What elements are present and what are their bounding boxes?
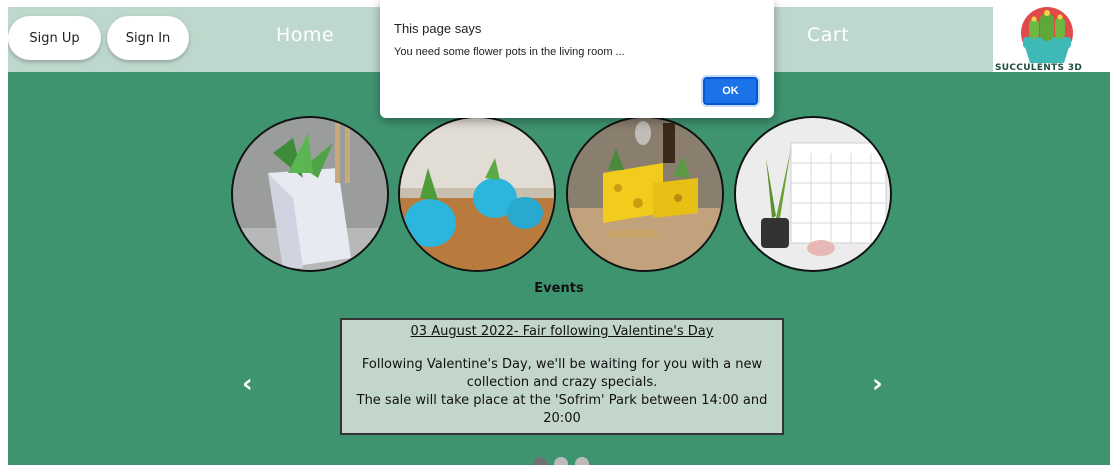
gallery-image-calendar-planter [734,116,892,272]
gallery-image-cheese-planter [566,116,724,272]
logo[interactable]: SUCCULENTS 3D [993,7,1110,72]
nav-cart-link[interactable]: Cart [807,24,849,46]
carousel-dot-2[interactable] [554,457,568,465]
dialog-title: This page says [394,21,482,36]
logo-text: SUCCULENTS 3D [995,63,1083,72]
alert-dialog: This page says You need some flower pots… [380,0,774,118]
gallery-image-takeout-planter [231,116,389,272]
event-description: Following Valentine's Day, we'll be wait… [342,356,782,428]
main-content: Events ‹ 03 August 2022- Fair following … [8,72,1110,465]
dialog-message: You need some flower pots in the living … [394,46,625,58]
page: Sign Up Sign In Home Cart SUCCULENTS 3D [8,0,1110,465]
carousel-next-button[interactable]: › [872,371,883,397]
event-title: 03 August 2022- Fair following Valentine… [410,324,714,339]
planter-cheese-block-icon [568,118,722,270]
carousel-dots [533,457,589,465]
event-slide-card: 03 August 2022- Fair following Valentine… [340,318,784,435]
sign-up-button[interactable]: Sign Up [8,16,101,60]
planter-blue-creature-icon [400,118,554,270]
dialog-ok-button[interactable]: OK [703,77,758,105]
event-description-line-2: The sale will take place at the 'Sofrim'… [356,393,768,426]
event-description-line-1: Following Valentine's Day, we'll be wait… [361,357,763,390]
carousel-dot-1[interactable] [533,457,547,465]
gallery-image-blue-creature-planter [398,116,556,272]
nav-home-link[interactable]: Home [276,24,334,46]
carousel-prev-button[interactable]: ‹ [242,371,253,397]
sign-in-button[interactable]: Sign In [107,16,189,60]
planter-takeout-box-icon [233,118,387,270]
events-heading: Events [534,281,584,296]
planter-calendar-desk-icon [736,118,890,270]
carousel-dot-3[interactable] [575,457,589,465]
